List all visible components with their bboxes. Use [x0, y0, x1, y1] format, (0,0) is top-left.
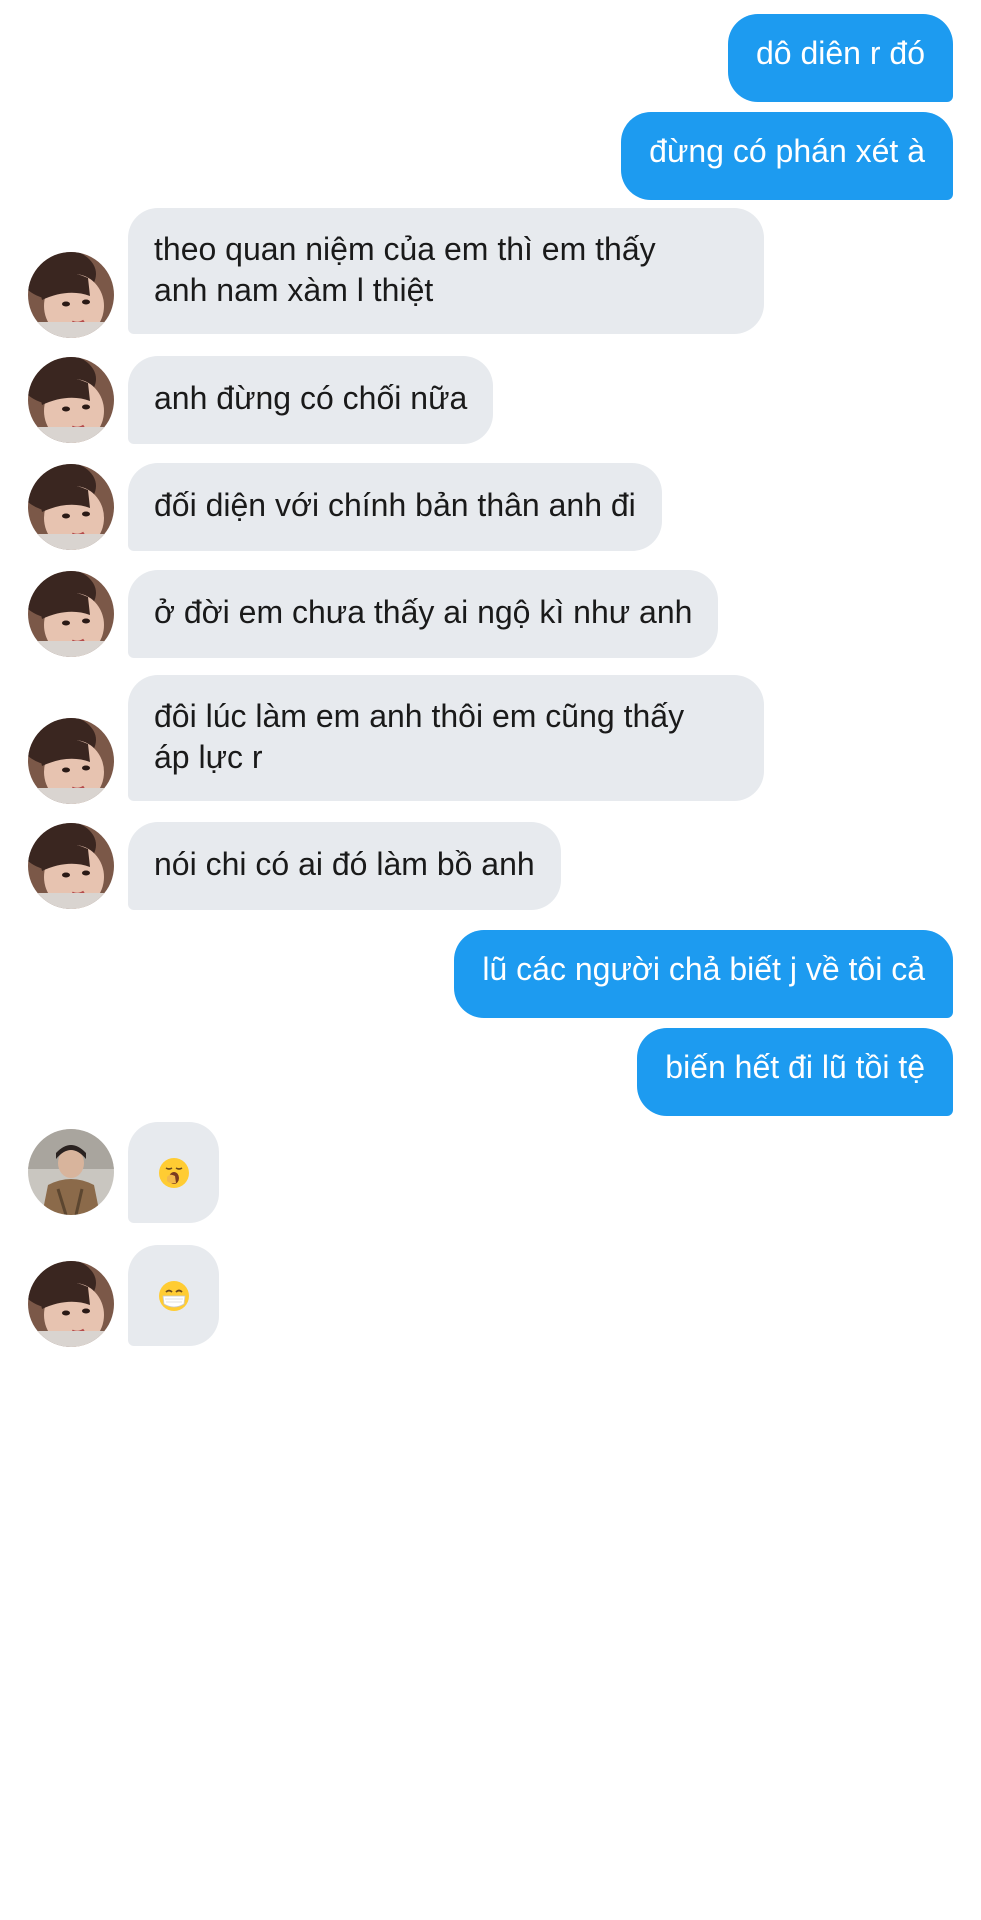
message-text: lũ các người chả biết j về tôi cả: [482, 951, 925, 987]
face-with-medical-mask-icon: [158, 1280, 189, 1311]
message-bubble[interactable]: nói chi có ai đó làm bồ anh: [128, 822, 561, 910]
message-text: đối diện với chính bản thân anh đi: [154, 487, 636, 523]
message-bubble[interactable]: dô diên r đó: [727, 14, 953, 102]
message-bubble[interactable]: theo quan niệm của em thì em thấy anh na…: [128, 208, 764, 334]
message-thread: dô diên r đó đừng có phán xét à theo qua…: [0, 0, 981, 1920]
message-text-line: áp lực r: [154, 739, 263, 775]
message-bubble[interactable]: ở đời em chưa thấy ai ngộ kì như anh: [128, 570, 719, 658]
yawning-face-icon: [158, 1157, 189, 1188]
contact-avatar[interactable]: [28, 357, 114, 443]
message-bubble[interactable]: [128, 1122, 219, 1223]
message-bubble[interactable]: lũ các người chả biết j về tôi cả: [454, 930, 953, 1018]
message-bubble[interactable]: đừng có phán xét à: [621, 112, 953, 200]
message-bubble[interactable]: đối diện với chính bản thân anh đi: [128, 463, 662, 551]
message-text: anh đừng có chối nữa: [154, 380, 468, 416]
contact-avatar[interactable]: [28, 1261, 114, 1347]
message-text: đừng có phán xét à: [649, 133, 925, 169]
contact-avatar[interactable]: [28, 718, 114, 804]
message-text: nói chi có ai đó làm bồ anh: [154, 846, 535, 882]
message-text-line: anh nam xàm l thiệt: [154, 272, 434, 308]
participant-avatar[interactable]: [28, 1129, 114, 1215]
contact-avatar[interactable]: [28, 252, 114, 338]
message-bubble[interactable]: anh đừng có chối nữa: [128, 356, 494, 444]
message-text-line: đôi lúc làm em anh thôi em cũng thấy: [154, 698, 685, 734]
message-text-line: theo quan niệm của em thì em thấy: [154, 231, 656, 267]
message-text: dô diên r đó: [755, 35, 925, 71]
message-bubble[interactable]: [128, 1245, 219, 1346]
contact-avatar[interactable]: [28, 464, 114, 550]
contact-avatar[interactable]: [28, 823, 114, 909]
message-text: biến hết đi lũ tồi tệ: [665, 1049, 925, 1085]
message-bubble[interactable]: biến hết đi lũ tồi tệ: [637, 1028, 953, 1116]
message-text: ở đời em chưa thấy ai ngộ kì như anh: [154, 594, 693, 630]
message-bubble[interactable]: đôi lúc làm em anh thôi em cũng thấy áp …: [128, 675, 764, 801]
contact-avatar[interactable]: [28, 571, 114, 657]
